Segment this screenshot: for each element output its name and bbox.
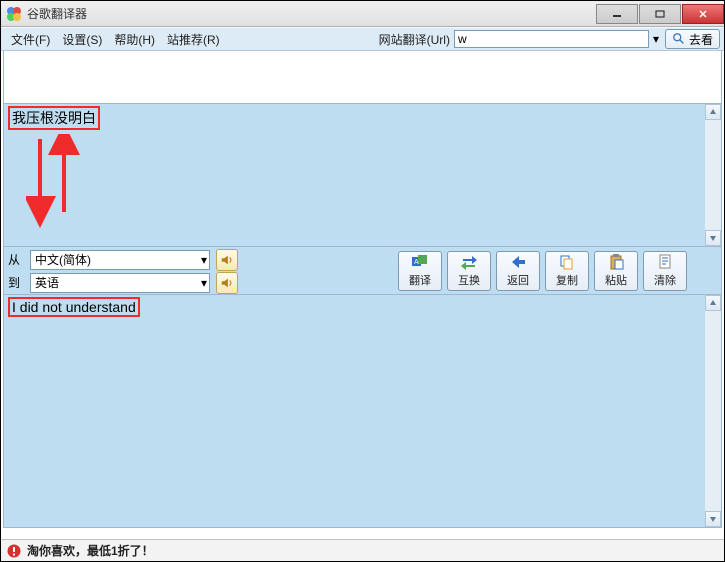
- source-text-pane: 我压根没明白: [3, 104, 722, 247]
- scroll-up-icon[interactable]: [705, 104, 721, 120]
- translate-icon: A: [411, 253, 429, 271]
- search-icon: [672, 32, 686, 46]
- target-text: I did not understand: [12, 299, 136, 315]
- go-button[interactable]: 去看: [665, 29, 720, 49]
- speak-target-button[interactable]: [216, 272, 238, 294]
- speaker-icon: [220, 276, 234, 290]
- swap-icon: [460, 253, 478, 271]
- go-button-label: 去看: [689, 31, 713, 48]
- content-area: 我压根没明白 从 中文(简体): [1, 51, 724, 528]
- url-input[interactable]: [454, 30, 649, 48]
- scroll-down-icon[interactable]: [705, 230, 721, 246]
- copy-label: 复制: [556, 272, 578, 288]
- copy-icon: [558, 253, 576, 271]
- paste-label: 粘贴: [605, 272, 627, 288]
- swap-label: 互换: [458, 272, 480, 288]
- annotation-highlight-source: 我压根没明白: [8, 106, 100, 130]
- title-bar: 谷歌翻译器: [1, 1, 724, 27]
- source-text: 我压根没明白: [12, 110, 96, 126]
- paste-button[interactable]: 粘贴: [594, 251, 638, 291]
- back-label: 返回: [507, 272, 529, 288]
- info-icon: [7, 544, 21, 558]
- to-language-value: 英语: [35, 274, 59, 291]
- clear-icon: [656, 253, 674, 271]
- scroll-up-icon[interactable]: [705, 295, 721, 311]
- to-label: 到: [8, 274, 30, 291]
- menu-help[interactable]: 帮助(H): [108, 31, 161, 48]
- close-button[interactable]: [682, 4, 724, 24]
- target-textarea[interactable]: I did not understand: [4, 295, 705, 527]
- clear-button[interactable]: 清除: [643, 251, 687, 291]
- swap-button[interactable]: 互换: [447, 251, 491, 291]
- menu-settings[interactable]: 设置(S): [56, 31, 108, 48]
- speaker-icon: [220, 253, 234, 267]
- url-translate-label: 网站翻译(Url): [379, 31, 450, 48]
- action-buttons: A 翻译 互换 返回 复制 粘贴 清除: [398, 249, 717, 292]
- history-panel: [3, 51, 722, 104]
- translate-button[interactable]: A 翻译: [398, 251, 442, 291]
- app-icon: [6, 6, 22, 22]
- from-language-select[interactable]: 中文(简体) ▾: [30, 250, 210, 270]
- chevron-down-icon: ▾: [201, 276, 207, 290]
- from-language-value: 中文(简体): [35, 251, 91, 268]
- target-scrollbar[interactable]: [705, 295, 721, 527]
- url-dropdown-arrow[interactable]: ▾: [653, 32, 659, 46]
- speak-source-button[interactable]: [216, 249, 238, 271]
- menu-bar: 文件(F) 设置(S) 帮助(H) 站推荐(R) 网站翻译(Url) ▾ 去看: [1, 27, 724, 51]
- language-toolbar: 从 中文(简体) ▾ 到 英语 ▾: [3, 247, 722, 295]
- maximize-button[interactable]: [639, 4, 681, 24]
- translate-label: 翻译: [409, 272, 431, 288]
- copy-button[interactable]: 复制: [545, 251, 589, 291]
- source-textarea[interactable]: 我压根没明白: [4, 104, 705, 246]
- minimize-button[interactable]: [596, 4, 638, 24]
- paste-icon: [607, 253, 625, 271]
- to-language-select[interactable]: 英语 ▾: [30, 273, 210, 293]
- window-title: 谷歌翻译器: [27, 5, 595, 22]
- source-scrollbar[interactable]: [705, 104, 721, 246]
- menu-file[interactable]: 文件(F): [5, 31, 56, 48]
- svg-text:A: A: [414, 259, 419, 266]
- back-icon: [509, 253, 527, 271]
- menu-recommend[interactable]: 站推荐(R): [161, 31, 226, 48]
- window-buttons: [595, 4, 724, 24]
- chevron-down-icon: ▾: [201, 253, 207, 267]
- back-button[interactable]: 返回: [496, 251, 540, 291]
- from-label: 从: [8, 251, 30, 268]
- scroll-down-icon[interactable]: [705, 511, 721, 527]
- target-text-pane: I did not understand: [3, 295, 722, 528]
- status-message: 淘你喜欢，最低1折了！: [27, 542, 154, 559]
- clear-label: 清除: [654, 272, 676, 288]
- annotation-highlight-target: I did not understand: [8, 297, 140, 317]
- annotation-arrows: [26, 134, 86, 237]
- status-bar: 淘你喜欢，最低1折了！: [1, 539, 724, 561]
